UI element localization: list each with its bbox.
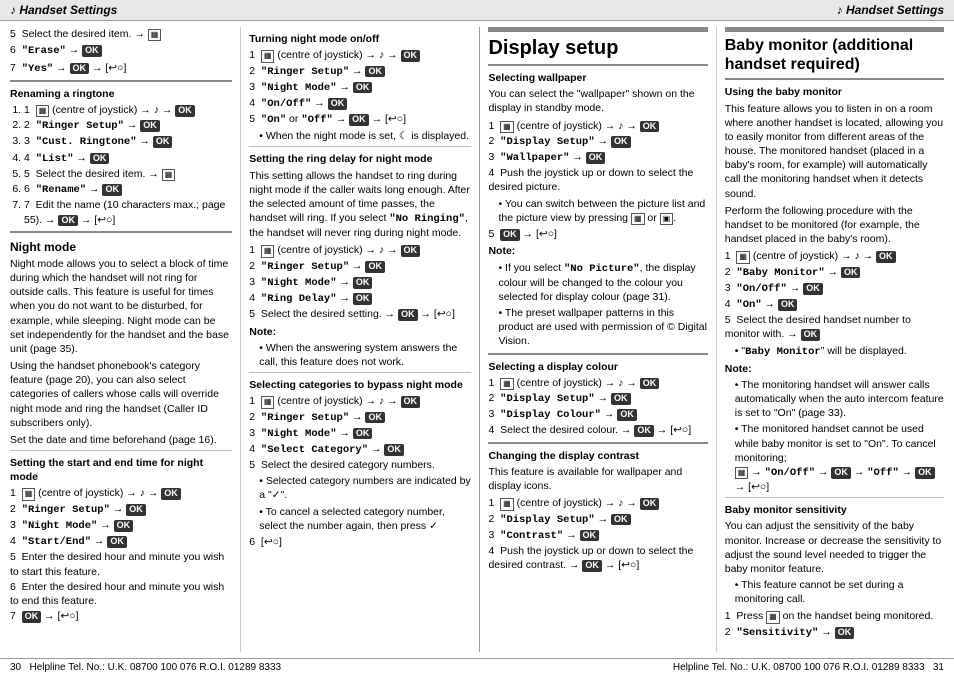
footer-right: Helpline Tel. No.: U.K. 08700 100 076 R.… [673,662,944,673]
item-5: 5 Select the desired item. → ▦ [10,27,232,41]
divider-night [10,231,232,233]
header-right: ♪ Handset Settings [837,3,944,17]
bypass-step6: 6 [↩○] [249,535,471,549]
contrast-title: Changing the display contrast [488,449,707,463]
select-display-title: Selecting a display colour [488,360,707,374]
wallpaper-steps: 1 ▦ (centre of joystick) → ♪ → OK 2 "Dis… [488,119,707,195]
start-end-steps: 1 ▦ (centre of joystick) → ♪ → OK 2 "Rin… [10,486,232,623]
divider-ring-delay [249,146,471,147]
ring-delay-body: This setting allows the handset to ring … [249,169,471,241]
using-baby-body2: Perform the following procedure with the… [725,204,944,247]
bypass-title: Selecting categories to bypass night mod… [249,378,471,392]
column-3: Display setup Selecting wallpaper You ca… [482,27,713,652]
contrast-body: This feature is available for wallpaper … [488,465,707,493]
ring-delay-title: Setting the ring delay for night mode [249,152,471,166]
night-mode-body3: Set the date and time beforehand (page 1… [10,433,232,447]
footer-right-text: Helpline Tel. No.: U.K. 08700 100 076 R.… [673,662,925,673]
baby-steps: 1 ▦ (centre of joystick) → ♪ → OK 2 "Bab… [725,249,944,341]
header-left: ♪ Handset Settings [10,3,117,17]
sensitivity-body: You can adjust the sensitivity of the ba… [725,519,944,576]
page-number-right: 31 [933,662,944,673]
wallpaper-title: Selecting wallpaper [488,71,707,85]
using-baby-body1: This feature allows you to listen in on … [725,102,944,201]
wallpaper-bullets: You can switch between the picture list … [488,197,707,226]
contrast-steps: 1 ▦ (centre of joystick) → ♪ → OK 2 "Dis… [488,496,707,572]
night-mode-body1: Night mode allows you to select a block … [10,257,232,356]
renaming-steps: 1 ▦ (centre of joystick) → ♪ → OK 2 "Rin… [10,103,232,227]
item-7: 7 "Yes" → OK → [↩○] [10,61,232,76]
ring-delay-steps: 1 ▦ (centre of joystick) → ♪ → OK 2 "Rin… [249,243,471,321]
ring-delay-note-label: Note: [249,325,471,339]
ring-delay-note: When the answering system answers the ca… [249,341,471,369]
page-header: ♪ Handset Settings ♪ Handset Settings [0,0,954,21]
select-display-steps: 1 ▦ (centre of joystick) → ♪ → OK 2 "Dis… [488,376,707,438]
divider-renaming [10,80,232,82]
col3-header-bar [488,27,707,32]
column-1: 5 Select the desired item. → ▦ 6 "Erase"… [4,27,238,652]
using-baby-title: Using the baby monitor [725,85,944,99]
divider-baby [725,78,944,80]
divider-select-display [488,353,707,355]
sensitivity-bullet: This feature cannot be set during a moni… [725,578,944,606]
column-2: Turning night mode on/off 1 ▦ (centre of… [243,27,477,652]
col4-header-bar [725,27,944,32]
wallpaper-body: You can select the "wallpaper" shown on … [488,87,707,115]
night-mode-title: Night mode [10,239,232,255]
sensitivity-title: Baby monitor sensitivity [725,503,944,517]
wallpaper-note-label: Note: [488,244,707,258]
baby-bullet: "Baby Monitor" will be displayed. [725,344,944,359]
turning-night-notes: When the night mode is set, ☾ is display… [249,129,471,143]
divider-wallpaper [488,64,707,66]
night-mode-body2: Using the handset phonebook's category f… [10,359,232,430]
turning-night-title: Turning night mode on/off [249,32,471,46]
page-number-left: 30 [10,662,21,673]
bypass-steps: 1 ▦ (centre of joystick) → ♪ → OK 2 "Rin… [249,394,471,472]
footer-left: 30 Helpline Tel. No.: U.K. 08700 100 076… [10,662,281,673]
baby-notes: The monitoring handset will answer calls… [725,378,944,494]
renaming-title: Renaming a ringtone [10,87,232,101]
item-6: 6 "Erase" → OK [10,43,232,58]
footer-left-text: Helpline Tel. No.: U.K. 08700 100 076 R.… [29,662,281,673]
display-setup-title: Display setup [488,36,707,60]
bypass-bullets: Selected category numbers are indicated … [249,474,471,533]
wallpaper-notes: If you select "No Picture", the display … [488,261,707,349]
divider-bypass [249,372,471,373]
turning-night-steps: 1 ▦ (centre of joystick) → ♪ → OK 2 "Rin… [249,48,471,127]
wallpaper-step5: 5 OK → [↩○] [488,227,707,241]
divider-start-end [10,450,232,451]
sensitivity-steps: 1 Press ▦ on the handset being monitored… [725,609,944,640]
divider-contrast [488,442,707,444]
baby-monitor-title: Baby monitor (additional handset require… [725,36,944,74]
start-end-title: Setting the start and end time for night… [10,456,232,484]
page-footer: 30 Helpline Tel. No.: U.K. 08700 100 076… [0,658,954,676]
baby-note-label: Note: [725,362,944,376]
column-4: Baby monitor (additional handset require… [719,27,950,652]
divider-sensitivity [725,497,944,498]
